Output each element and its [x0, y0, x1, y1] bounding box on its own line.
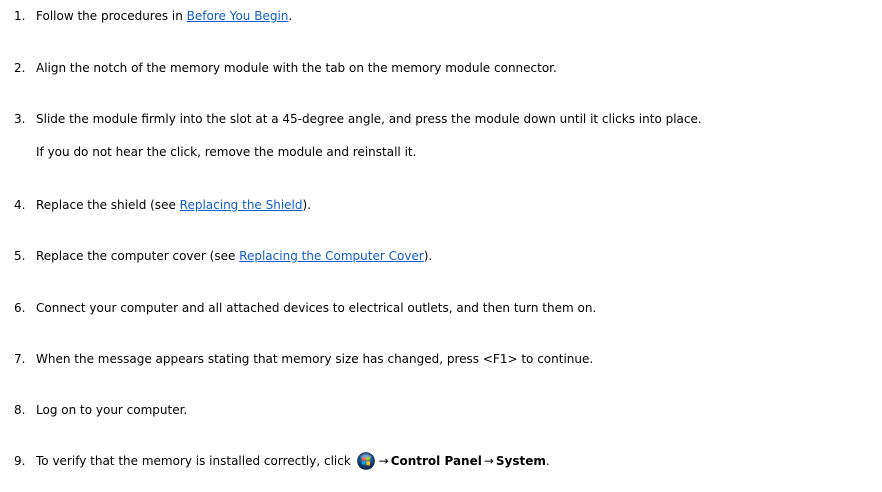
step-text-end: .: [545, 454, 550, 468]
step-text: Follow the procedures in: [36, 9, 187, 23]
step-number: 1.: [14, 9, 26, 23]
step-text: Replace the computer cover (see: [36, 249, 240, 263]
step-text: Log on to your computer.: [36, 403, 188, 417]
step-text-end: .: [288, 9, 293, 23]
system-label: System: [495, 454, 546, 468]
step-9: 9. To verify that the memory is installed…: [14, 452, 550, 470]
step-3: 3. Slide the module firmly into the slot …: [14, 111, 702, 127]
windows-start-orb-icon[interactable]: [356, 452, 375, 470]
step-number: 2.: [14, 61, 26, 75]
step-number: 9.: [14, 454, 26, 468]
step-text: Slide the module firmly into the slot at…: [36, 112, 702, 126]
step-number: 6.: [14, 301, 26, 315]
step-text: When the message appears stating that me…: [36, 352, 594, 366]
step-text: Connect your computer and all attached d…: [36, 301, 597, 315]
step-number: 7.: [14, 352, 26, 366]
step-2: 2. Align the notch of the memory module w…: [14, 60, 557, 76]
step-text: Align the notch of the memory module wit…: [36, 61, 557, 75]
arrow-icon: →: [483, 454, 494, 468]
step-text: Replace the shield (see: [36, 198, 180, 212]
step-1: 1. Follow the procedures in Before You Be…: [14, 8, 292, 24]
step-number: 8.: [14, 403, 26, 417]
step-number: 4.: [14, 198, 26, 212]
step-8: 8. Log on to your computer.: [14, 402, 187, 418]
step-3-note: If you do not hear the click, remove the…: [36, 145, 417, 159]
step-7: 7. When the message appears stating that …: [14, 351, 593, 367]
step-text-end: ).: [302, 198, 312, 212]
before-you-begin-link[interactable]: Before You Begin: [187, 9, 289, 23]
step-4: 4. Replace the shield (see Replacing the …: [14, 197, 311, 213]
step-number: 3.: [14, 112, 26, 126]
arrow-icon: →: [378, 454, 389, 468]
step-text: To verify that the memory is installed c…: [36, 454, 355, 468]
step-6: 6. Connect your computer and all attached…: [14, 300, 596, 316]
replacing-the-computer-cover-link[interactable]: Replacing the Computer Cover: [239, 249, 424, 263]
step-5: 5. Replace the computer cover (see Replac…: [14, 248, 432, 264]
memory-install-steps: 1. Follow the procedures in Before You Be…: [0, 0, 882, 492]
step-text-end: ).: [423, 249, 433, 263]
control-panel-label: Control Panel: [390, 454, 482, 468]
replacing-the-shield-link[interactable]: Replacing the Shield: [180, 198, 303, 212]
step-number: 5.: [14, 249, 26, 263]
